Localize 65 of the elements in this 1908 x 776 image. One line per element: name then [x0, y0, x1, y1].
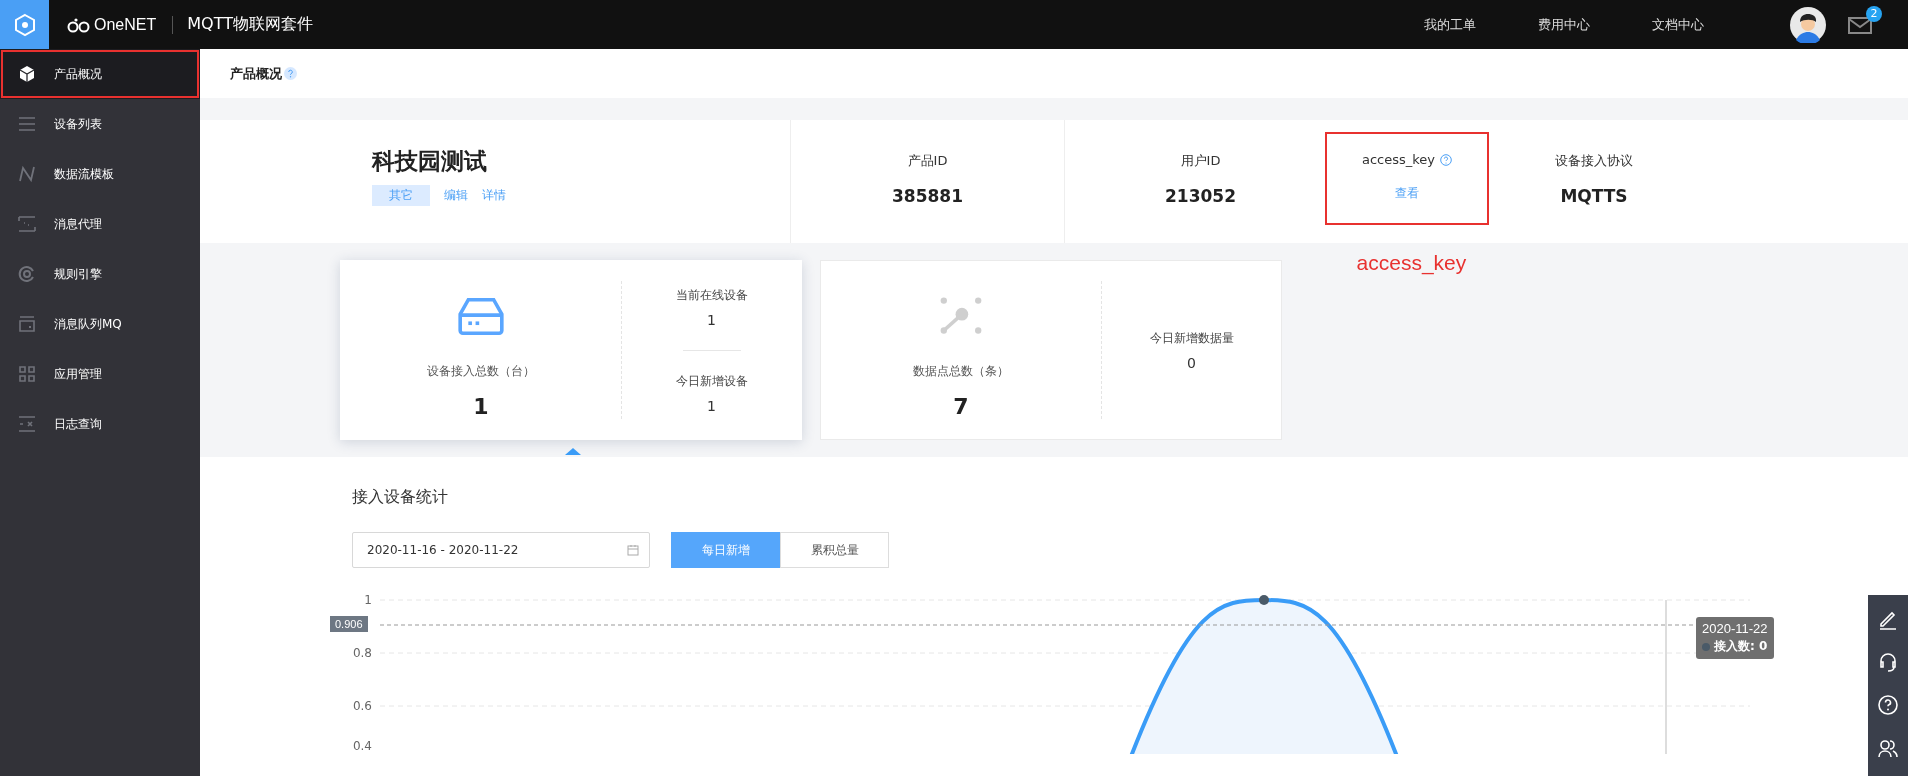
field-value: 213052	[1165, 186, 1236, 206]
brand-name: OneNET	[94, 15, 157, 34]
stat-label: 今日新增数据量	[1149, 329, 1234, 347]
stat-label: 设备接入总数（台）	[427, 363, 535, 380]
page-title: 产品概况	[230, 64, 282, 83]
sidebar-item[interactable]: 规则引擎	[0, 249, 200, 299]
app-logo[interactable]	[0, 0, 49, 49]
sidebar-item[interactable]: 消息队列MQ	[0, 299, 200, 349]
field-label: access_key	[1361, 152, 1436, 167]
frame-icon	[18, 215, 36, 233]
field-label: 产品ID	[907, 152, 948, 170]
mode-tab[interactable]: 累积总量	[780, 532, 889, 568]
sidebar-item[interactable]: 应用管理	[0, 349, 200, 399]
calendar-icon	[627, 544, 639, 556]
log-icon	[18, 415, 36, 433]
y-axis-label: 0.4	[352, 739, 372, 753]
date-range-field[interactable]: 2020-11-16 - 2020-11-22	[352, 532, 650, 568]
sidebar-item[interactable]: 消息代理	[0, 199, 200, 249]
stat-label: 今日新增设备	[675, 372, 748, 390]
list-icon	[18, 115, 36, 133]
users-icon[interactable]	[1877, 737, 1899, 759]
sidebar-item[interactable]: 设备列表	[0, 99, 200, 149]
category-tag: 其它	[372, 185, 430, 206]
product-name: 科技园测试	[372, 147, 488, 176]
field-value: 385881	[892, 186, 963, 206]
headset-icon[interactable]	[1877, 651, 1899, 673]
crosshair-value: 0.906	[330, 616, 368, 632]
stat-label: 当前在线设备	[675, 286, 748, 304]
scatter-icon	[938, 297, 984, 335]
stat-value: 0	[1187, 354, 1196, 371]
y-axis-label: 0.8	[352, 646, 372, 660]
field-label: 用户ID	[1180, 152, 1221, 170]
y-axis-label: 0.6	[352, 699, 372, 713]
top-nav-link[interactable]: 文档中心	[1652, 15, 1704, 34]
target-icon	[18, 265, 36, 283]
annotation-text: access_key	[1356, 251, 1467, 275]
stat-card[interactable]: 数据点总数（条） 7 今日新增数据量 0	[820, 260, 1282, 440]
tooltip-date: 2020-11-22	[1702, 621, 1768, 636]
stat-value: 1	[473, 394, 489, 419]
field-label: 设备接入协议	[1555, 152, 1633, 170]
tooltip-value: 接入数: 0	[1714, 638, 1768, 655]
mail-icon[interactable]	[1848, 15, 1872, 34]
y-axis-label: 1	[364, 593, 372, 607]
tray-icon	[18, 315, 36, 333]
stat-value: 7	[953, 394, 969, 419]
top-nav-link[interactable]: 我的工单	[1424, 15, 1476, 34]
cube-icon	[18, 65, 36, 83]
stat-label: 数据点总数（条）	[913, 363, 1009, 380]
server-icon	[455, 297, 507, 335]
stat-value: 1	[707, 311, 716, 328]
section-title: 接入设备统计	[352, 487, 449, 508]
product-title: MQTT物联网套件	[187, 14, 313, 35]
notification-badge: 2	[1866, 5, 1882, 22]
line-chart-icon	[18, 165, 36, 183]
series-dot	[1702, 642, 1710, 651]
brand-logo-icon	[67, 16, 91, 33]
avatar-icon[interactable]	[1790, 6, 1826, 43]
top-nav-link[interactable]: 费用中心	[1538, 15, 1590, 34]
grid-icon	[18, 365, 36, 383]
hexagon-icon	[12, 12, 37, 37]
sidebar-item[interactable]: 日志查询	[0, 399, 200, 449]
stat-value: 1	[707, 397, 716, 414]
field-value: MQTTS	[1560, 186, 1628, 206]
sidebar-item[interactable]: 产品概况	[0, 49, 200, 99]
sidebar-item[interactable]: 数据流模板	[0, 149, 200, 199]
